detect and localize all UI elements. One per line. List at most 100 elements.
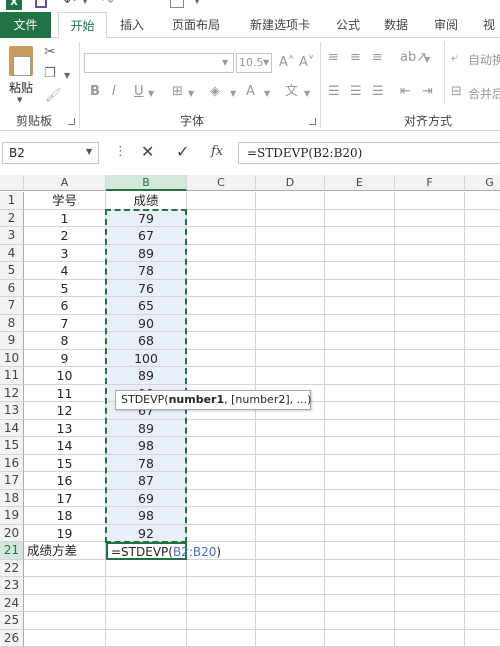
cell-b3[interactable]: 67 [106,227,187,245]
cell-d20[interactable] [256,524,325,542]
cell-f3[interactable] [395,227,465,245]
cell-g13[interactable] [465,402,500,420]
cell-g18[interactable] [465,490,500,507]
border-icon[interactable]: ⊞ [172,84,183,100]
underline-dropdown-icon[interactable]: ▼ [148,86,154,102]
cell-a19[interactable]: 18 [24,507,106,525]
cell-a2[interactable]: 1 [24,209,106,227]
tab-review[interactable]: 审阅 [424,12,468,38]
tab-data[interactable]: 数据 [374,12,418,38]
tab-file[interactable]: 文件 [0,12,51,38]
cell-b1[interactable]: 成绩 [106,192,187,210]
cell-f8[interactable] [395,314,465,332]
cell-a1[interactable]: 学号 [24,192,106,210]
cell-e7[interactable] [325,297,395,315]
cell-a12[interactable]: 11 [24,384,106,402]
cell-g17[interactable] [465,472,500,490]
row-header-19[interactable]: 19 [0,507,24,525]
redo-icon[interactable]: ↷ [102,0,114,10]
cell-e19[interactable] [325,507,395,525]
row-header-18[interactable]: 18 [0,489,24,507]
cell-g2[interactable] [465,210,500,227]
paste-button-label[interactable]: 粘贴 [6,79,36,96]
cell-e1[interactable] [325,192,395,210]
cell-a23[interactable] [24,577,106,595]
cell-d21[interactable] [256,542,325,560]
cell-g11[interactable] [465,367,500,385]
cell-f26[interactable] [395,629,465,647]
cell-g22[interactable] [465,560,500,577]
cell-e9[interactable] [325,332,395,350]
row-header-4[interactable]: 4 [0,244,24,262]
row-header-3[interactable]: 3 [0,227,24,245]
cell-f12[interactable] [395,384,465,402]
cell-e14[interactable] [325,419,395,437]
cell-d10[interactable] [256,349,325,367]
formula-input[interactable]: =STDEVP(B2:B20) [238,142,500,164]
phonetic-dropdown-icon[interactable]: ▼ [304,86,310,102]
cell-b5[interactable]: 78 [106,262,187,280]
save-icon[interactable] [35,0,47,8]
cell-c21[interactable] [187,542,256,560]
cell-g4[interactable] [465,245,500,262]
cell-e10[interactable] [325,349,395,367]
cell-c25[interactable] [187,612,256,630]
row-header-1[interactable]: 1 [0,192,24,210]
row-header-13[interactable]: 13 [0,402,24,420]
cell-c9[interactable] [187,332,256,350]
cell-a16[interactable]: 15 [24,454,106,472]
undo-icon[interactable]: ↶ [64,0,76,10]
cell-a3[interactable]: 2 [24,227,106,245]
underline-button[interactable]: U [134,84,144,100]
column-header-e[interactable]: E [325,175,395,191]
cell-g25[interactable] [465,612,500,630]
row-header-17[interactable]: 17 [0,472,24,490]
phonetic-icon[interactable]: 文 [285,84,298,100]
row-header-10[interactable]: 10 [0,349,24,367]
cell-e17[interactable] [325,472,395,490]
row-header-12[interactable]: 12 [0,384,24,402]
cell-b19[interactable]: 98 [106,507,187,525]
cell-d4[interactable] [256,244,325,262]
row-header-6[interactable]: 6 [0,279,24,297]
cell-c19[interactable] [187,507,256,525]
cell-b21[interactable]: =STDEVP(B2:B20) [106,542,221,560]
cell-e4[interactable] [325,244,395,262]
cell-c7[interactable] [187,297,256,315]
cell-f13[interactable] [395,402,465,420]
cell-c3[interactable] [187,227,256,245]
row-header-16[interactable]: 16 [0,454,24,472]
cancel-formula-icon[interactable]: ✕ [141,142,154,161]
cell-b26[interactable] [106,629,187,647]
align-top-icon[interactable]: ≡ [328,50,339,66]
tab-formulas[interactable]: 公式 [326,12,370,38]
cell-a6[interactable]: 5 [24,279,106,297]
cell-a18[interactable]: 17 [24,489,106,507]
cell-f9[interactable] [395,332,465,350]
italic-button[interactable]: I [112,84,116,100]
cell-d11[interactable] [256,367,325,385]
wrap-text-icon[interactable]: ⤶ [451,50,458,66]
cell-g6[interactable] [465,280,500,297]
cell-g26[interactable] [465,630,500,647]
cell-g15[interactable] [465,437,500,455]
fill-dropdown-icon[interactable]: ▼ [230,86,236,102]
cell-b20[interactable]: 92 [106,524,187,542]
cell-a4[interactable]: 3 [24,244,106,262]
cell-c24[interactable] [187,594,256,612]
cell-c10[interactable] [187,349,256,367]
cell-d24[interactable] [256,594,325,612]
cell-a9[interactable]: 8 [24,332,106,350]
row-header-24[interactable]: 24 [0,594,24,612]
cell-d16[interactable] [256,454,325,472]
row-header-5[interactable]: 5 [0,262,24,280]
column-header-b[interactable]: B [106,175,187,191]
cell-b11[interactable]: 89 [106,367,187,385]
row-header-14[interactable]: 14 [0,419,24,437]
align-right-icon[interactable]: ☰ [372,84,384,100]
cell-e20[interactable] [325,524,395,542]
cell-e24[interactable] [325,594,395,612]
copy-icon[interactable]: ❐ [44,66,56,82]
cell-b2[interactable]: 79 [106,209,187,227]
row-header-15[interactable]: 15 [0,437,24,455]
